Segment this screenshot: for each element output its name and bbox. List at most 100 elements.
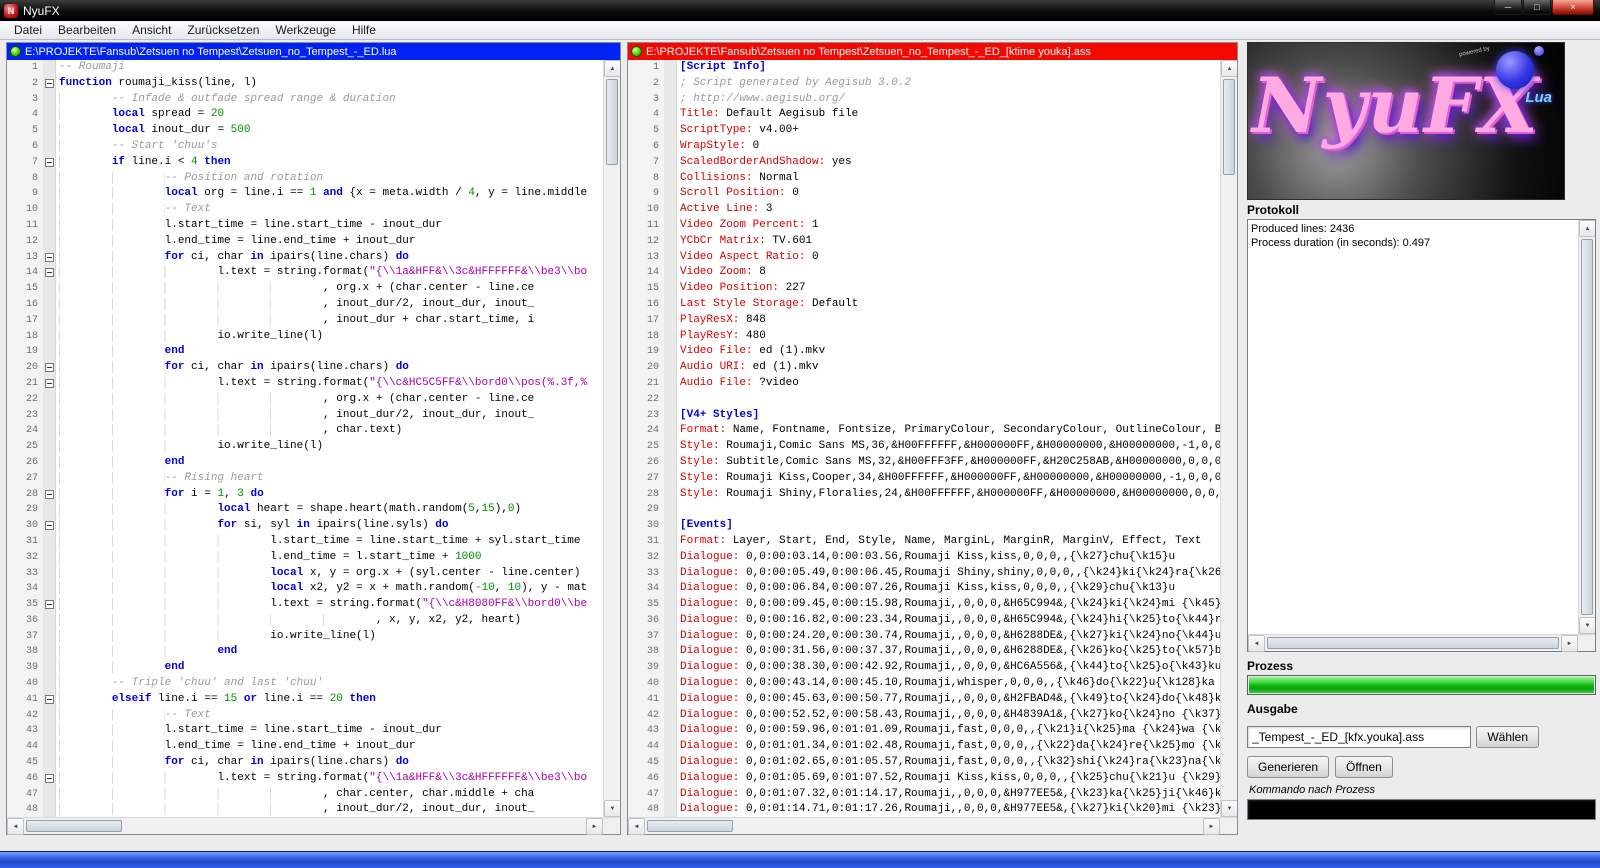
protokoll-horizontal-scrollbar[interactable]: ◄ ► bbox=[1248, 635, 1578, 651]
code-text: function roumaji_kiss(line, l) bbox=[56, 76, 603, 92]
code-line: 21 l.text = string.format("{\\c&HC5C5FF&… bbox=[7, 376, 603, 392]
menu-ansicht[interactable]: Ansicht bbox=[124, 21, 179, 39]
lua-editor-pane: E:\PROJEKTE\Fansub\Zetsuen no Tempest\Ze… bbox=[6, 42, 621, 835]
scroll-track[interactable] bbox=[1579, 237, 1595, 617]
lua-editor-header[interactable]: E:\PROJEKTE\Fansub\Zetsuen no Tempest\Ze… bbox=[7, 43, 620, 60]
menu-zurcksetzen[interactable]: Zurücksetzen bbox=[179, 21, 267, 39]
fold-margin bbox=[43, 376, 56, 392]
kommando-input[interactable] bbox=[1247, 799, 1596, 820]
scroll-down-button[interactable]: ▼ bbox=[1579, 617, 1595, 634]
output-filename-input[interactable] bbox=[1247, 726, 1471, 748]
menu-bearbeiten[interactable]: Bearbeiten bbox=[50, 21, 124, 39]
code-line: 34Dialogue: 0,0:00:06.84,0:00:07.26,Roum… bbox=[628, 581, 1220, 597]
code-line: 9 local org = line.i == 1 and {x = meta.… bbox=[7, 186, 603, 202]
scroll-down-button[interactable]: ▼ bbox=[604, 800, 620, 817]
scroll-up-button[interactable]: ▲ bbox=[1579, 220, 1595, 237]
fold-margin bbox=[664, 250, 677, 266]
code-line: 7ScaledBorderAndShadow: yes bbox=[628, 155, 1220, 171]
scroll-up-button[interactable]: ▲ bbox=[1221, 60, 1237, 77]
fold-collapse-icon[interactable] bbox=[45, 490, 54, 499]
code-text: local x2, y2 = x + math.random(-10, 10),… bbox=[56, 581, 603, 597]
fold-margin bbox=[43, 708, 56, 724]
scroll-thumb[interactable] bbox=[26, 820, 122, 832]
fold-collapse-icon[interactable] bbox=[45, 363, 54, 372]
scroll-thumb[interactable] bbox=[647, 820, 733, 832]
ass-editor-pane: E:\PROJEKTE\Fansub\Zetsuen no Tempest\Ze… bbox=[627, 42, 1238, 835]
ass-code-area[interactable]: 1[Script Info]2; Script generated by Aeg… bbox=[628, 60, 1220, 817]
code-text: if line.i < 4 then bbox=[56, 155, 603, 171]
lua-horizontal-scrollbar[interactable]: ◄ ► bbox=[7, 818, 603, 834]
code-text: l.end_time = line.end_time + inout_dur bbox=[56, 234, 603, 250]
scroll-left-button[interactable]: ◄ bbox=[7, 818, 24, 835]
fold-margin bbox=[43, 186, 56, 202]
code-text: for ci, char in ipairs(line.chars) do bbox=[56, 250, 603, 266]
scroll-left-button[interactable]: ◄ bbox=[628, 818, 645, 835]
code-line: 31Format: Layer, Start, End, Style, Name… bbox=[628, 534, 1220, 550]
protokoll-content[interactable]: Produced lines: 2436Process duration (in… bbox=[1248, 220, 1578, 634]
menu-datei[interactable]: Datei bbox=[6, 21, 50, 39]
fold-margin bbox=[664, 708, 677, 724]
ass-vertical-scrollbar[interactable]: ▲ ▼ bbox=[1220, 60, 1237, 817]
code-text: -- Roumaji bbox=[56, 60, 603, 76]
scroll-right-button[interactable]: ► bbox=[1561, 635, 1578, 652]
fold-collapse-icon[interactable] bbox=[45, 695, 54, 704]
scroll-thumb[interactable] bbox=[1581, 239, 1593, 615]
prozess-label: Prozess bbox=[1247, 659, 1293, 673]
scroll-right-button[interactable]: ► bbox=[586, 818, 603, 835]
code-text: Dialogue: 0,0:00:09.45,0:00:15.98,Roumaj… bbox=[677, 597, 1220, 613]
scroll-track[interactable] bbox=[645, 818, 1203, 834]
scroll-track[interactable] bbox=[604, 77, 620, 800]
waehlen-button[interactable]: Wählen bbox=[1476, 726, 1539, 748]
code-line: 10 -- Text bbox=[7, 202, 603, 218]
fold-collapse-icon[interactable] bbox=[45, 600, 54, 609]
line-number: 6 bbox=[628, 139, 664, 155]
code-text: Video Zoom: 8 bbox=[677, 265, 1220, 281]
code-text: Dialogue: 0,0:01:02.65,0:01:05.57,Roumaj… bbox=[677, 755, 1220, 771]
fold-margin bbox=[43, 597, 56, 613]
fold-collapse-icon[interactable] bbox=[45, 774, 54, 783]
scroll-down-button[interactable]: ▼ bbox=[1221, 800, 1237, 817]
line-number: 21 bbox=[628, 376, 664, 392]
oeffnen-button[interactable]: Öffnen bbox=[1335, 756, 1393, 778]
fold-collapse-icon[interactable] bbox=[45, 268, 54, 277]
fold-margin bbox=[43, 629, 56, 645]
scroll-right-button[interactable]: ► bbox=[1203, 818, 1220, 835]
fold-collapse-icon[interactable] bbox=[45, 521, 54, 530]
scroll-up-button[interactable]: ▲ bbox=[604, 60, 620, 77]
scroll-thumb[interactable] bbox=[606, 79, 618, 165]
fold-margin bbox=[664, 360, 677, 376]
ass-editor-header[interactable]: E:\PROJEKTE\Fansub\Zetsuen no Tempest\Ze… bbox=[628, 43, 1237, 60]
scroll-track[interactable] bbox=[1221, 77, 1237, 800]
fold-margin bbox=[664, 613, 677, 629]
fold-collapse-icon[interactable] bbox=[45, 379, 54, 388]
fold-collapse-icon[interactable] bbox=[45, 253, 54, 262]
fold-margin bbox=[43, 487, 56, 503]
scroll-thumb[interactable] bbox=[1267, 637, 1559, 649]
fold-collapse-icon[interactable] bbox=[45, 158, 54, 167]
code-line: 5 local inout_dur = 500 bbox=[7, 123, 603, 139]
fold-margin bbox=[664, 76, 677, 92]
scroll-thumb[interactable] bbox=[1223, 79, 1235, 175]
code-text: io.write_line(l) bbox=[56, 439, 603, 455]
lua-vertical-scrollbar[interactable]: ▲ ▼ bbox=[603, 60, 620, 817]
menu-hilfe[interactable]: Hilfe bbox=[344, 21, 384, 39]
close-button[interactable]: × bbox=[1552, 0, 1594, 15]
line-number: 46 bbox=[628, 771, 664, 787]
scroll-track[interactable] bbox=[1265, 635, 1561, 651]
lua-code-area[interactable]: 1-- Roumaji2function roumaji_kiss(line, … bbox=[7, 60, 603, 817]
code-line: 21Audio File: ?video bbox=[628, 376, 1220, 392]
ass-horizontal-scrollbar[interactable]: ◄ ► bbox=[628, 818, 1220, 834]
line-number: 18 bbox=[7, 329, 43, 345]
line-number: 24 bbox=[628, 423, 664, 439]
generieren-button[interactable]: Generieren bbox=[1247, 756, 1329, 778]
protokoll-vertical-scrollbar[interactable]: ▲ ▼ bbox=[1578, 220, 1595, 634]
menu-werkzeuge[interactable]: Werkzeuge bbox=[267, 21, 343, 39]
fold-collapse-icon[interactable] bbox=[45, 79, 54, 88]
restore-button[interactable]: □ bbox=[1523, 0, 1551, 15]
line-number: 10 bbox=[7, 202, 43, 218]
line-number: 41 bbox=[628, 692, 664, 708]
minimize-button[interactable]: ─ bbox=[1494, 0, 1522, 15]
code-text: Dialogue: 0,0:00:43.14,0:00:45.10,Roumaj… bbox=[677, 676, 1220, 692]
scroll-left-button[interactable]: ◄ bbox=[1248, 635, 1265, 652]
scroll-track[interactable] bbox=[24, 818, 586, 834]
